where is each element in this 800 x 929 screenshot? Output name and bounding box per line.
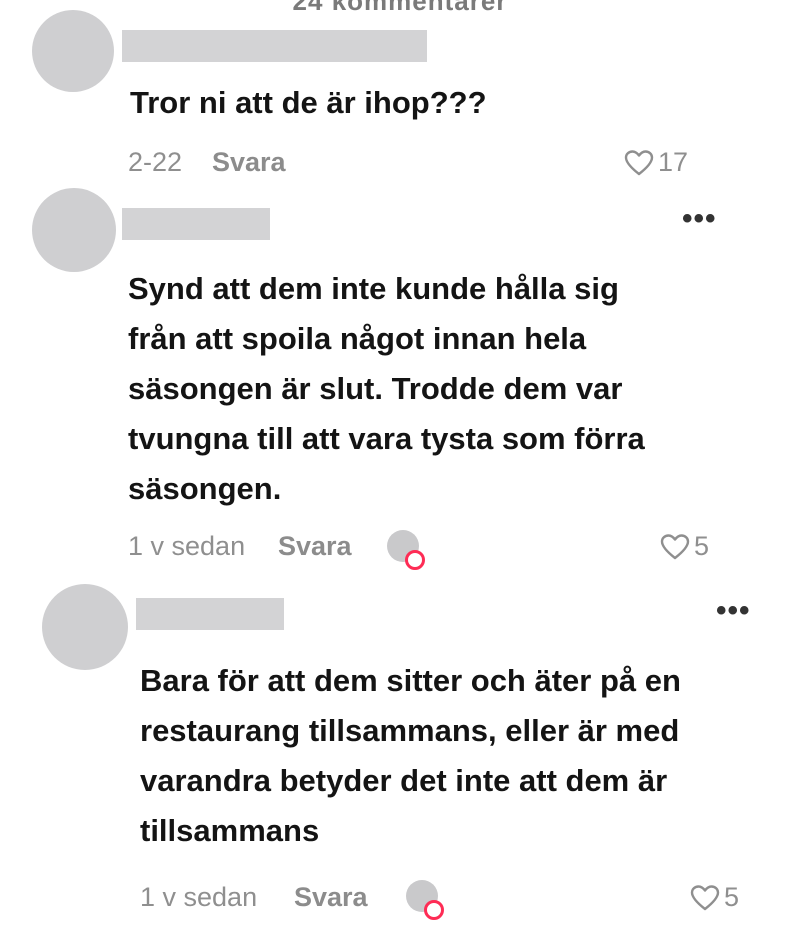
like-button[interactable]: 5 (660, 531, 709, 562)
more-options-icon[interactable]: ••• (682, 204, 717, 234)
heart-outline-icon (660, 533, 690, 561)
creator-heart-icon (424, 900, 444, 920)
like-count: 5 (724, 882, 740, 912)
comments-panel: 24 kommentarer Tror ni att de är ihop???… (0, 0, 800, 929)
comment-date: 2-22 (128, 147, 183, 177)
comment-date: 1 v sedan (140, 882, 258, 912)
reply-button[interactable]: Svara (212, 147, 286, 178)
comment-text: Bara för att dem sitter och äter på en r… (140, 663, 681, 848)
like-count: 17 (658, 147, 689, 177)
comment-date: 1 v sedan (128, 531, 246, 561)
creator-liked-badge (387, 530, 425, 570)
creator-heart-icon (405, 550, 425, 570)
heart-outline-icon (690, 884, 720, 912)
like-button[interactable]: 17 (624, 147, 688, 178)
like-count: 5 (694, 531, 710, 561)
creator-liked-badge (406, 880, 444, 920)
reply-button[interactable]: Svara (294, 882, 368, 913)
comment-text: Synd att dem inte kunde hålla sig från a… (128, 271, 645, 506)
more-options-icon[interactable]: ••• (716, 596, 751, 626)
reply-button[interactable]: Svara (278, 531, 352, 562)
username-redacted[interactable] (136, 598, 284, 630)
heart-outline-icon (624, 149, 654, 177)
comment-text: Tror ni att de är ihop??? (130, 85, 487, 120)
avatar[interactable] (42, 584, 128, 670)
avatar[interactable] (32, 10, 114, 92)
username-redacted[interactable] (122, 30, 427, 62)
username-redacted[interactable] (122, 208, 270, 240)
comments-count-header: 24 kommentarer (292, 0, 508, 16)
avatar[interactable] (32, 188, 116, 272)
like-button[interactable]: 5 (690, 882, 739, 913)
